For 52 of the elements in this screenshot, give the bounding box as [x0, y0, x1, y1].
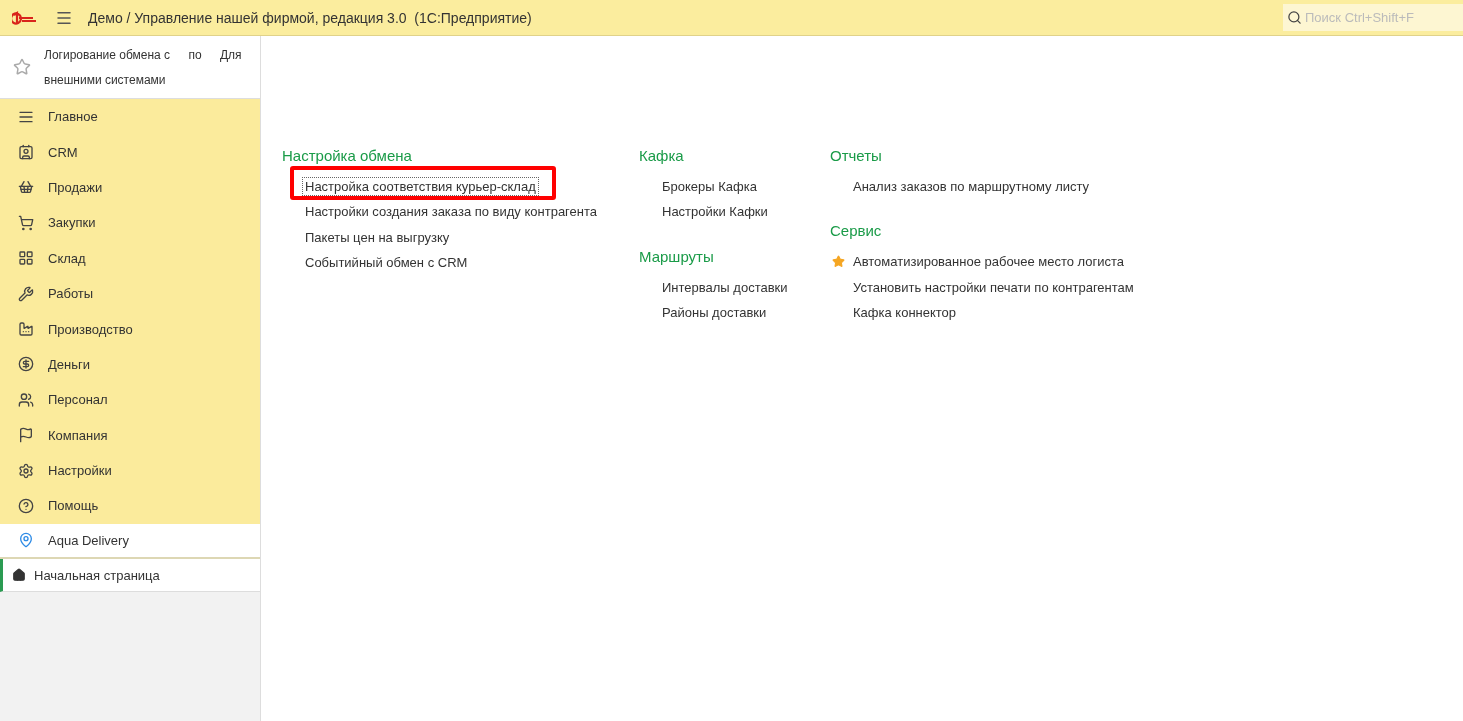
home-icon [12, 568, 26, 583]
sidebar-item[interactable]: Склад [0, 240, 260, 276]
sidebar-item[interactable]: CRM [0, 134, 260, 170]
people-icon [18, 391, 34, 408]
settings-icon [18, 462, 34, 479]
section-title: Маршруты [639, 246, 715, 267]
sidebar-item[interactable]: Компания [0, 417, 260, 453]
nav-link[interactable]: Пакеты цен на выгрузку [302, 227, 453, 247]
search-field[interactable]: Поиск Ctrl+Shift+F [1283, 4, 1463, 31]
grid-icon [18, 250, 34, 267]
nav-link[interactable]: Автоматизированное рабочее место логиста [850, 252, 1128, 272]
favorite-text: Для [220, 47, 243, 62]
basket-icon [18, 179, 34, 196]
favorite-text: внешними системами [44, 72, 167, 87]
section-title: Отчеты [830, 146, 883, 166]
map-pin-icon [18, 532, 34, 549]
nav-link[interactable]: Настройки создания заказа по виду контрагента [302, 202, 601, 222]
favorite-text: по [188, 47, 203, 62]
tools-icon [18, 285, 34, 302]
search-icon [1287, 10, 1302, 25]
sidebar-item[interactable]: Главное [0, 99, 260, 135]
nav-link[interactable]: Интервалы доставки [659, 277, 791, 297]
nav-link[interactable]: Настройки Кафки [659, 202, 771, 222]
nav-link[interactable]: Кафка коннектор [850, 303, 960, 323]
contact-card-icon [18, 144, 34, 161]
sidebar-item[interactable]: Помощь [0, 488, 260, 524]
section-title: Сервис [830, 221, 883, 242]
sidebar-item[interactable]: Aqua Delivery [0, 523, 260, 560]
favorite-text: Логирование обмена с [44, 47, 172, 62]
nav-link[interactable]: Установить настройки печати по контрагентам [850, 277, 1137, 297]
sidebar-item[interactable]: Закупки [0, 205, 260, 241]
sidebar-item[interactable]: Деньги [0, 346, 260, 383]
cart-icon [18, 214, 34, 231]
nav-link[interactable]: Событийный обмен с CRM [302, 253, 471, 273]
nav-link[interactable]: Брокеры Кафка [659, 177, 760, 197]
sidebar-item[interactable]: Персонал [0, 382, 260, 418]
flag-icon [18, 427, 34, 444]
nav-link[interactable]: Анализ заказов по маршрутному листу [850, 177, 1093, 197]
nav-link[interactable]: Настройка соответствия курьер-склад [302, 177, 539, 197]
favorite-star-icon[interactable] [13, 58, 31, 76]
coin-icon [18, 356, 34, 373]
factory-icon [18, 321, 34, 338]
sidebar-item[interactable]: Работы [0, 275, 260, 312]
sidebar-item[interactable]: Производство [0, 311, 260, 347]
help-icon [18, 498, 34, 514]
nav-link[interactable]: Районы доставки [659, 303, 770, 323]
section-title: Настройка обмена [282, 146, 413, 166]
open-page-tab[interactable]: Начальная страница [0, 559, 260, 593]
section-title: Кафка [639, 146, 685, 166]
window-title: Демо / Управление нашей фирмой, редакция 3.0 (1С:Предприятие) [88, 9, 532, 26]
sidebar-item[interactable]: Настройки [0, 452, 260, 489]
sidebar-item[interactable]: Продажи [0, 169, 260, 206]
